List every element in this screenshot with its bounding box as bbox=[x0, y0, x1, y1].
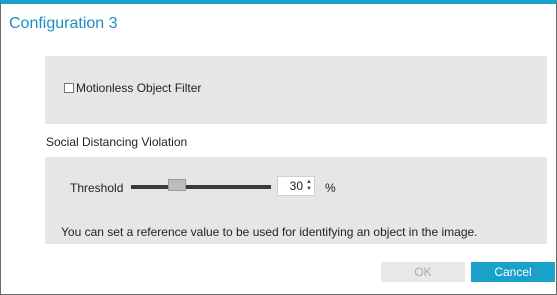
social-distancing-section-label: Social Distancing Violation bbox=[46, 135, 188, 149]
threshold-value[interactable]: 30 bbox=[290, 179, 303, 193]
motionless-filter-checkbox[interactable] bbox=[64, 83, 74, 93]
threshold-info-text: You can set a reference value to be used… bbox=[61, 225, 478, 239]
configuration-dialog: Configuration 3 Motionless Object Filter… bbox=[0, 0, 557, 295]
spin-up-icon[interactable]: ▲ bbox=[306, 179, 312, 186]
threshold-slider-thumb[interactable] bbox=[167, 179, 186, 191]
cancel-button[interactable]: Cancel bbox=[471, 262, 555, 282]
threshold-label: Threshold bbox=[70, 181, 124, 195]
motionless-filter-row[interactable]: Motionless Object Filter bbox=[64, 81, 201, 95]
motionless-filter-label: Motionless Object Filter bbox=[76, 81, 202, 95]
spin-down-icon[interactable]: ▼ bbox=[306, 186, 312, 193]
filter-panel: Motionless Object Filter bbox=[45, 56, 547, 124]
dialog-title: Configuration 3 bbox=[9, 15, 118, 32]
social-distancing-panel: Threshold 30 ▲ ▼ % You can set a referen… bbox=[45, 157, 547, 244]
spin-arrows: ▲ ▼ bbox=[305, 177, 313, 195]
threshold-spinbox[interactable]: 30 ▲ ▼ bbox=[277, 176, 315, 196]
threshold-unit: % bbox=[325, 181, 336, 195]
ok-button[interactable]: OK bbox=[381, 262, 465, 282]
threshold-slider-track[interactable] bbox=[131, 185, 271, 189]
